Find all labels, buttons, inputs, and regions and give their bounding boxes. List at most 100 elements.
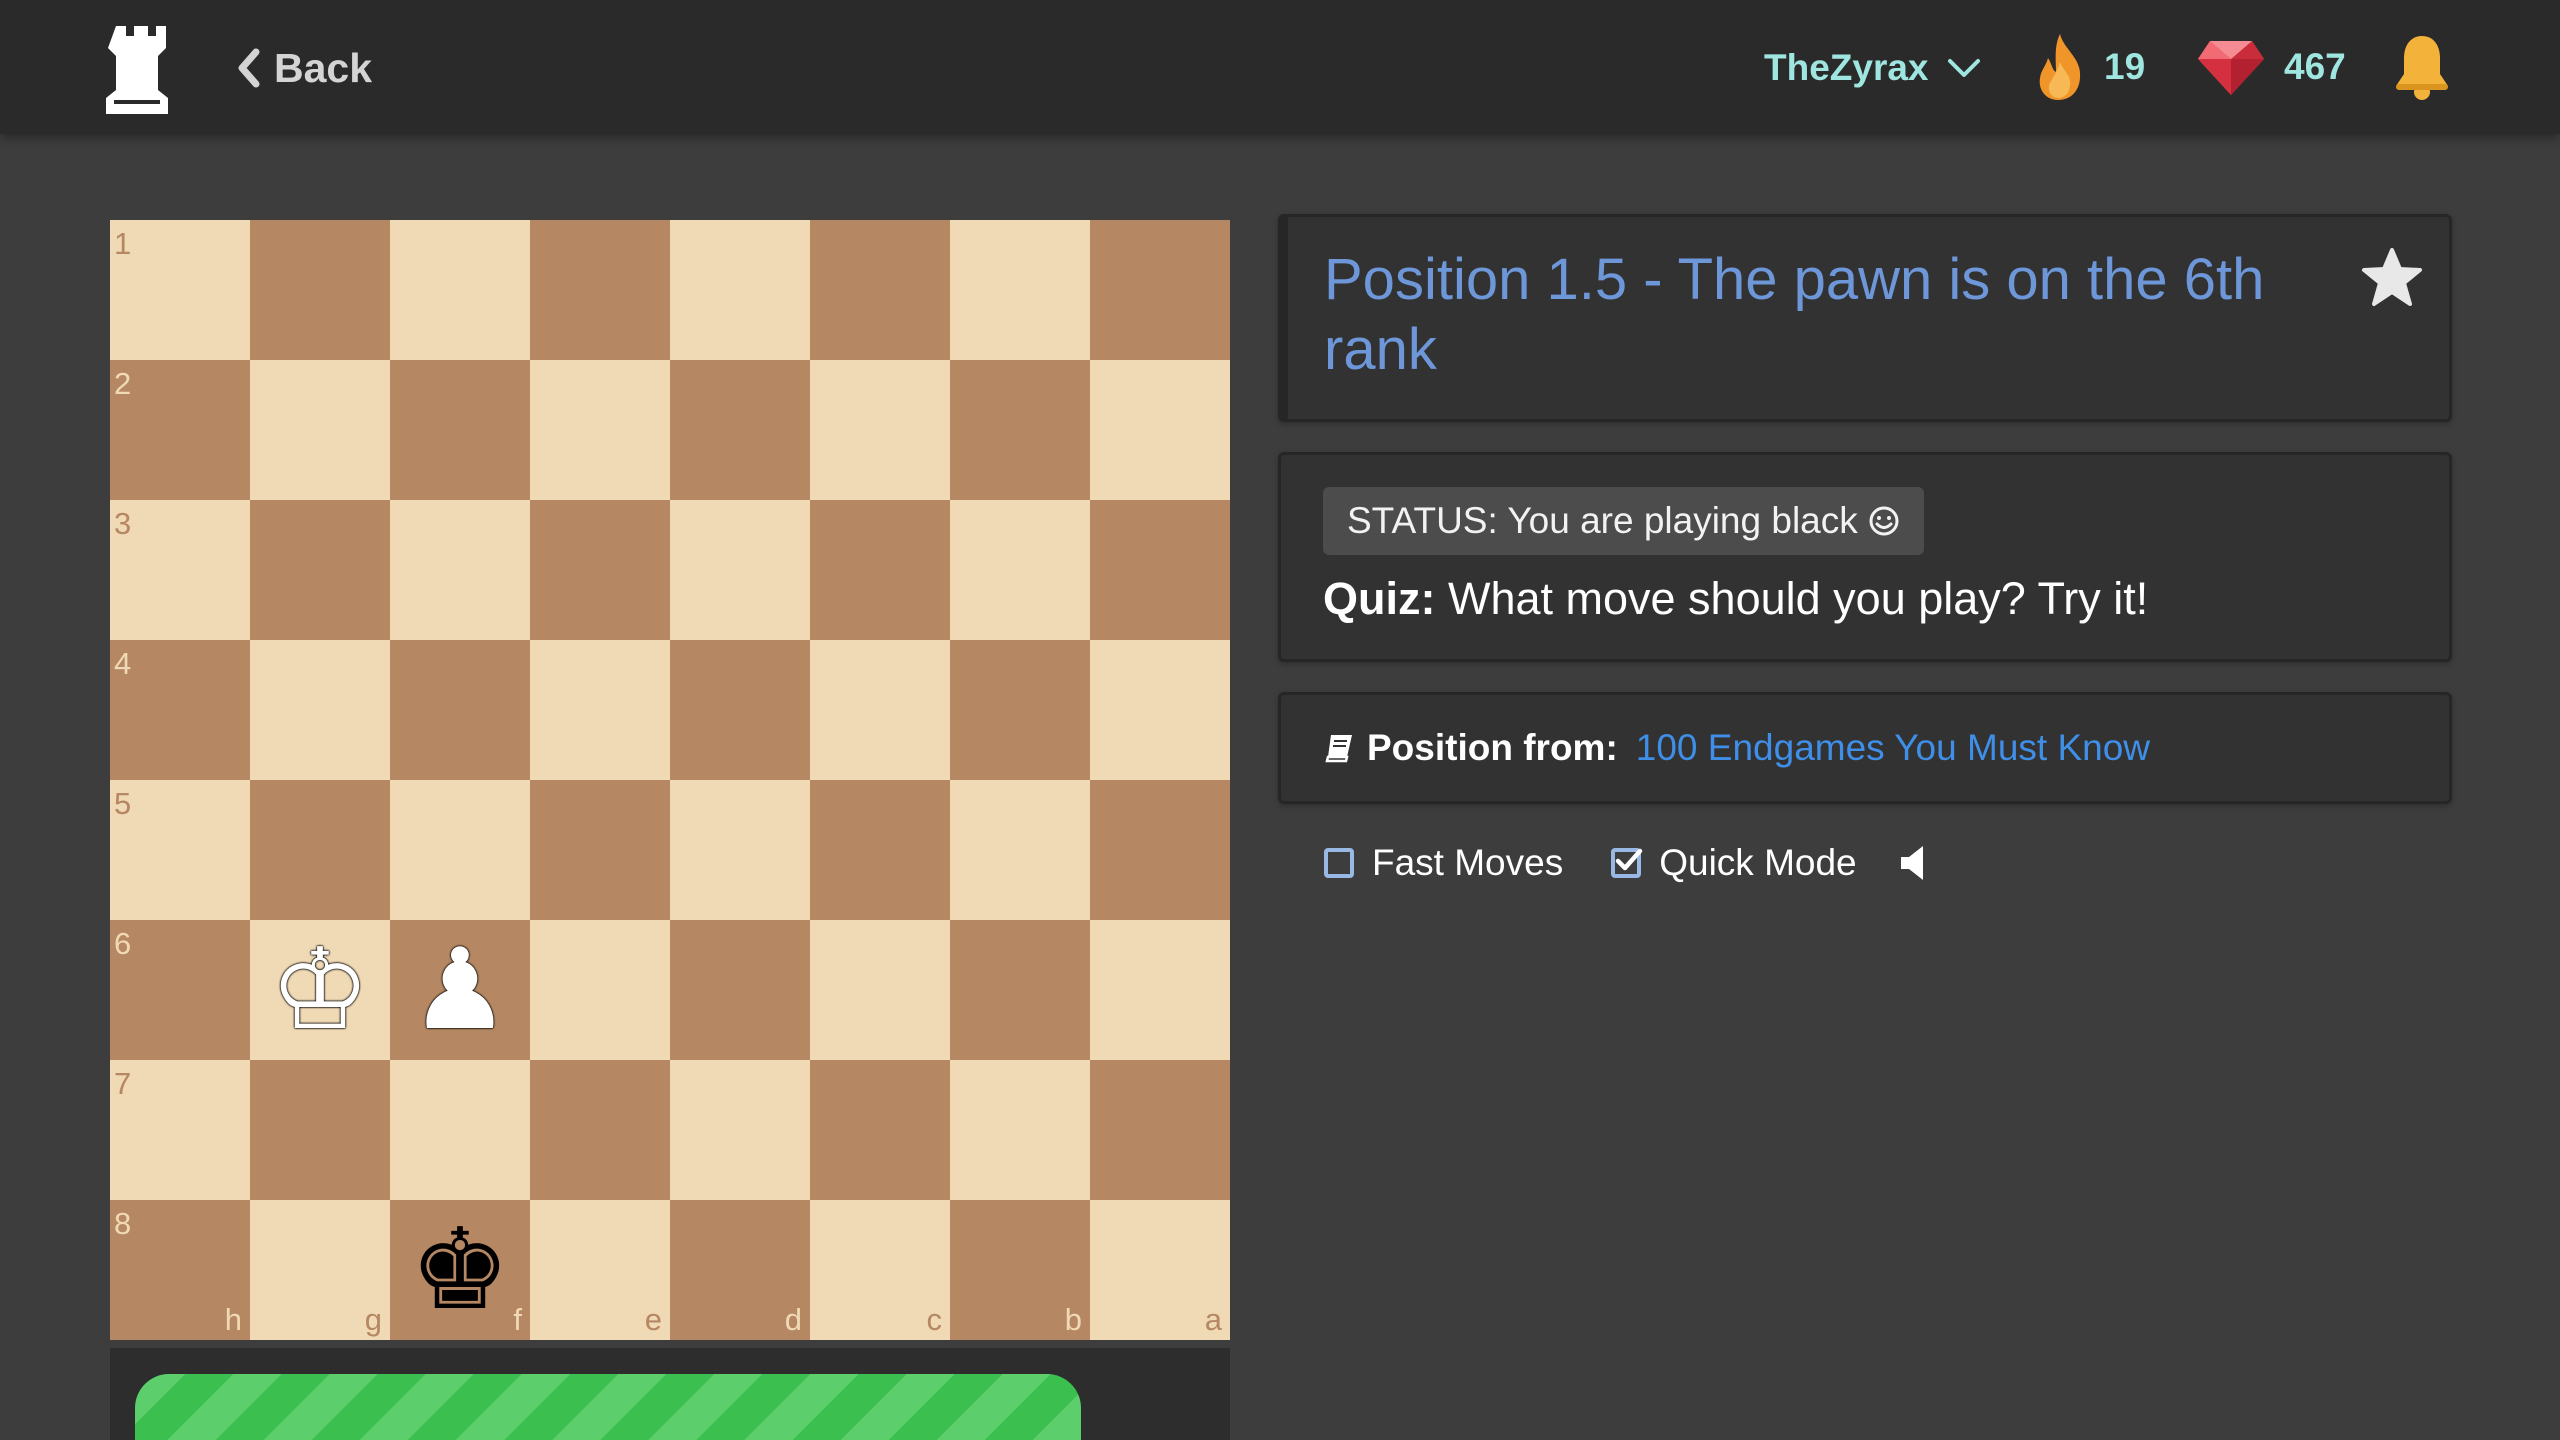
user-menu[interactable]: TheZyrax [1764, 38, 1981, 98]
square-b1[interactable] [950, 220, 1090, 360]
square-f2[interactable] [390, 360, 530, 500]
square-h4[interactable]: 4 [110, 640, 250, 780]
source-book-link[interactable]: 100 Endgames You Must Know [1636, 727, 2150, 769]
square-f6[interactable]: ♟ [390, 920, 530, 1060]
flame-icon [2039, 34, 2081, 100]
square-a4[interactable] [1090, 640, 1230, 780]
username: TheZyrax [1764, 47, 1929, 88]
square-g4[interactable] [250, 640, 390, 780]
square-c5[interactable] [810, 780, 950, 920]
square-h1[interactable]: 1 [110, 220, 250, 360]
back-button[interactable]: Back [234, 38, 372, 98]
square-e8[interactable]: e [530, 1200, 670, 1340]
smiley-icon [1869, 506, 1899, 536]
square-d7[interactable] [670, 1060, 810, 1200]
square-g7[interactable] [250, 1060, 390, 1200]
square-a6[interactable] [1090, 920, 1230, 1060]
square-b2[interactable] [950, 360, 1090, 500]
square-g5[interactable] [250, 780, 390, 920]
square-h7[interactable]: 7 [110, 1060, 250, 1200]
square-b6[interactable] [950, 920, 1090, 1060]
square-h5[interactable]: 5 [110, 780, 250, 920]
square-a8[interactable]: a [1090, 1200, 1230, 1340]
rank-label: 1 [114, 226, 132, 261]
star-favorite-icon[interactable] [2361, 247, 2423, 309]
square-c3[interactable] [810, 500, 950, 640]
square-a5[interactable] [1090, 780, 1230, 920]
square-g3[interactable] [250, 500, 390, 640]
square-d5[interactable] [670, 780, 810, 920]
square-c2[interactable] [810, 360, 950, 500]
bell-notification-icon[interactable] [2390, 32, 2454, 102]
square-e6[interactable] [530, 920, 670, 1060]
file-label: d [784, 1302, 802, 1337]
square-g6[interactable]: ♔ [250, 920, 390, 1060]
chess-board[interactable]: 1 2 3 4 5 6 ♔ ♟ 7 8 h g f ♚ e d c b a [110, 220, 1230, 1340]
square-b8[interactable]: b [950, 1200, 1090, 1340]
square-e7[interactable] [530, 1060, 670, 1200]
square-h8[interactable]: 8h [110, 1200, 250, 1340]
square-f1[interactable] [390, 220, 530, 360]
square-b3[interactable] [950, 500, 1090, 640]
square-d2[interactable] [670, 360, 810, 500]
streak-counter[interactable]: 19 [2034, 30, 2145, 104]
quick-mode-option[interactable]: Quick Mode [1611, 842, 1857, 884]
square-b5[interactable] [950, 780, 1090, 920]
square-e3[interactable] [530, 500, 670, 640]
square-g8[interactable]: g [250, 1200, 390, 1340]
square-e2[interactable] [530, 360, 670, 500]
position-title: Position 1.5 - The pawn is on the 6th ra… [1324, 247, 2265, 382]
square-f7[interactable] [390, 1060, 530, 1200]
square-c1[interactable] [810, 220, 950, 360]
rook-logo-icon[interactable] [104, 22, 170, 114]
square-h3[interactable]: 3 [110, 500, 250, 640]
top-navigation-bar: Back TheZyrax 19 467 [0, 0, 2560, 134]
white-pawn[interactable]: ♟ [390, 920, 530, 1060]
square-d6[interactable] [670, 920, 810, 1060]
square-c8[interactable]: c [810, 1200, 950, 1340]
status-text: STATUS: You are playing black [1347, 500, 1858, 541]
fast-moves-option[interactable]: Fast Moves [1324, 842, 1563, 884]
checkmark-icon [1615, 848, 1643, 871]
rank-label: 2 [114, 366, 132, 401]
square-g1[interactable] [250, 220, 390, 360]
square-f5[interactable] [390, 780, 530, 920]
quick-mode-checkbox[interactable] [1611, 848, 1643, 878]
square-e1[interactable] [530, 220, 670, 360]
chevron-left-icon [238, 48, 260, 88]
square-a2[interactable] [1090, 360, 1230, 500]
square-d4[interactable] [670, 640, 810, 780]
gem-counter[interactable]: 467 [2196, 30, 2346, 104]
rank-label: 4 [114, 646, 132, 681]
speaker-volume-icon[interactable] [1897, 843, 1931, 883]
position-title-card: Position 1.5 - The pawn is on the 6th ra… [1278, 214, 2452, 422]
square-d1[interactable] [670, 220, 810, 360]
square-d3[interactable] [670, 500, 810, 640]
status-badge: STATUS: You are playing black [1323, 487, 1924, 555]
square-a1[interactable] [1090, 220, 1230, 360]
square-b7[interactable] [950, 1060, 1090, 1200]
square-g2[interactable] [250, 360, 390, 500]
white-king[interactable]: ♔ [250, 920, 390, 1060]
status-card: STATUS: You are playing black Quiz: What… [1278, 452, 2452, 662]
file-label: g [364, 1302, 382, 1337]
square-c7[interactable] [810, 1060, 950, 1200]
square-f8[interactable]: f ♚ [390, 1200, 530, 1340]
square-c6[interactable] [810, 920, 950, 1060]
square-a7[interactable] [1090, 1060, 1230, 1200]
square-h6[interactable]: 6 [110, 920, 250, 1060]
fast-moves-checkbox[interactable] [1324, 848, 1354, 878]
book-icon [1325, 735, 1352, 763]
quiz-prompt: Quiz: What move should you play? Try it! [1323, 573, 2148, 625]
rank-label: 7 [114, 1066, 132, 1101]
square-e4[interactable] [530, 640, 670, 780]
square-c4[interactable] [810, 640, 950, 780]
square-f3[interactable] [390, 500, 530, 640]
square-a3[interactable] [1090, 500, 1230, 640]
square-h2[interactable]: 2 [110, 360, 250, 500]
black-king[interactable]: ♚ [390, 1200, 530, 1340]
square-b4[interactable] [950, 640, 1090, 780]
square-f4[interactable] [390, 640, 530, 780]
square-d8[interactable]: d [670, 1200, 810, 1340]
square-e5[interactable] [530, 780, 670, 920]
